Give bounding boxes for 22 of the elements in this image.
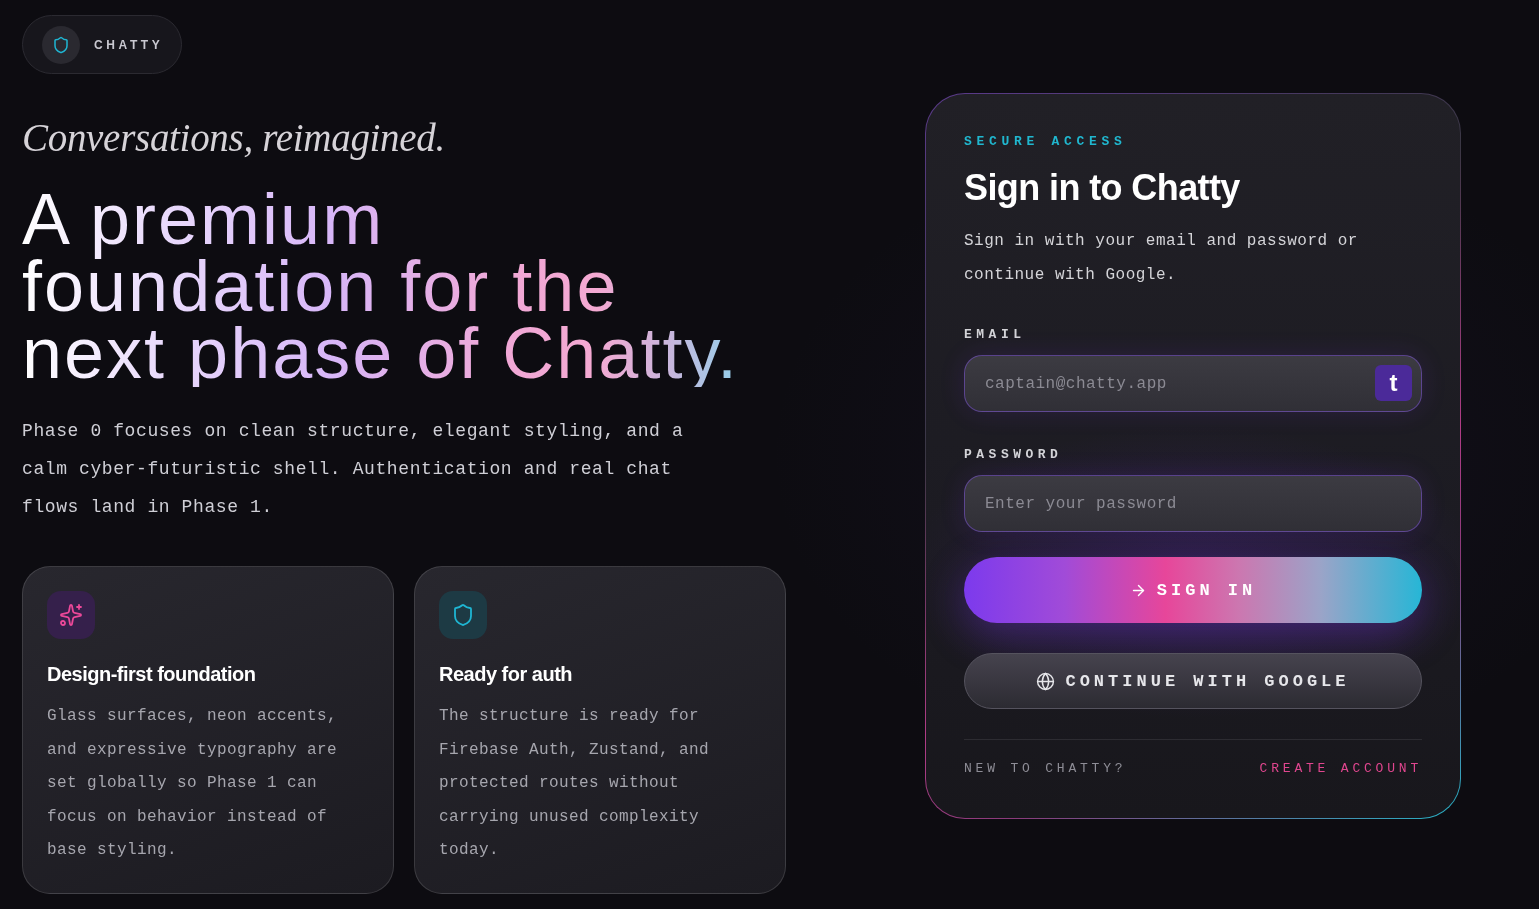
letter-badge[interactable]: t (1375, 365, 1412, 401)
shield-icon (439, 591, 487, 639)
sign-in-description: Sign in with your email and password or continue with Google. (964, 231, 1359, 286)
password-field[interactable]: Enter your password (964, 475, 1422, 532)
google-button[interactable]: CONTINUE WITH GOOGLE (964, 653, 1422, 709)
tagline: Conversations, reimagined. (22, 115, 445, 162)
sparkles-icon (47, 591, 95, 639)
brand-name: CHATTY (94, 37, 164, 52)
sign-in-button[interactable]: SIGN IN (964, 557, 1422, 623)
field-label: PASSWORD (964, 447, 1064, 463)
feature-title: Design-first foundation (47, 662, 256, 687)
feature-description: The structure is ready for Firebase Auth, Zustand, and protected routes without carrying unused complexity today. (439, 706, 711, 861)
feature-title: Ready for auth (439, 662, 573, 687)
field-label: EMAIL (964, 327, 1027, 343)
sign-in-title: Sign in to Chatty (964, 168, 1241, 208)
shield-icon (42, 25, 80, 64)
globe-icon (1036, 671, 1056, 691)
feature-description: Glass surfaces, neon accents, and expressive typography are set globally so Phase 1 can focus on behavior instead of base styling. (47, 706, 339, 861)
eyebrow-label: SECURE ACCESS (964, 134, 1128, 150)
signup-prompt: NEW TO CHATTY? (964, 761, 1127, 777)
intro-paragraph: Phase 0 focuses on clean structure, elegant styling, and a calm cyber-futuristic shell. Authentication and real chat flows land in Phase 1. (22, 420, 685, 519)
create-account-link[interactable]: CREATE ACCOUNT (1259, 761, 1422, 777)
